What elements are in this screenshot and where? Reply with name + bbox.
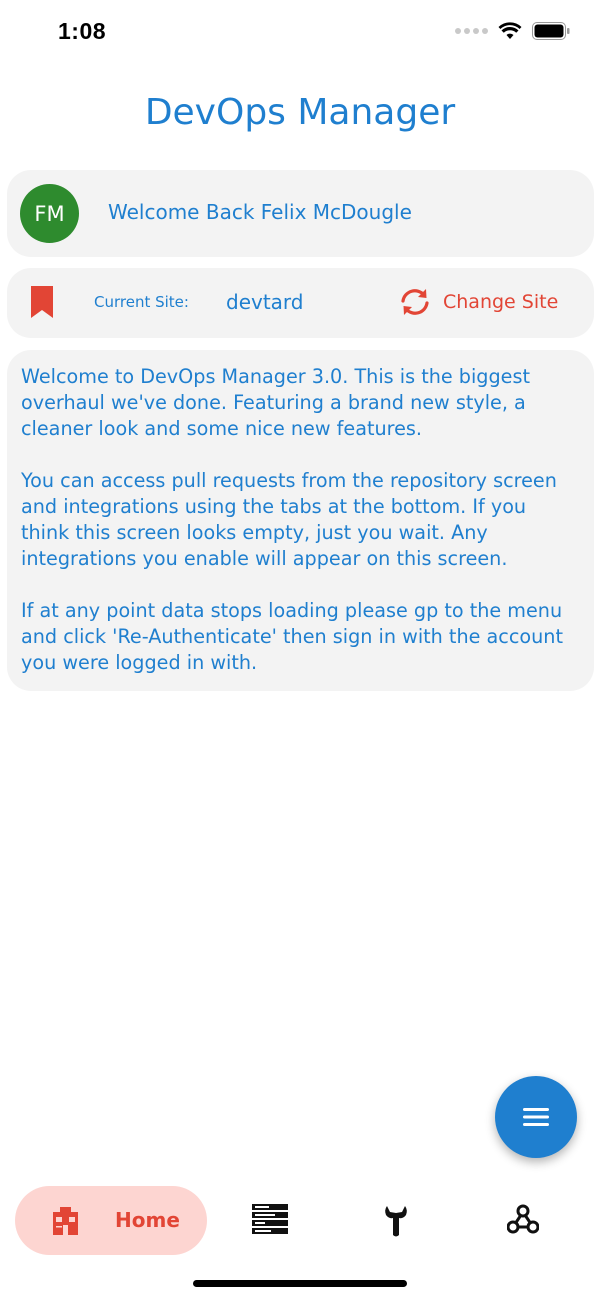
app-title: DevOps Manager	[144, 92, 456, 133]
battery-icon	[532, 22, 570, 40]
sync-icon	[401, 289, 429, 315]
info-paragraph: Welcome to DevOps Manager 3.0. This is t…	[21, 365, 530, 440]
nav-tab-tools[interactable]	[384, 1204, 408, 1242]
wifi-icon	[498, 22, 522, 39]
webhook-icon	[506, 1204, 540, 1234]
welcome-card: FM Welcome Back Felix McDougle	[7, 170, 594, 257]
status-time: 1:08	[58, 18, 107, 44]
nav-tab-home[interactable]: Home	[15, 1186, 207, 1255]
nav-tab-webhook[interactable]	[506, 1204, 540, 1238]
status-bar: 1:08	[0, 0, 600, 66]
info-card: Welcome to DevOps Manager 3.0. This is t…	[7, 350, 594, 691]
welcome-message: Welcome Back Felix McDougle	[108, 200, 412, 224]
repository-icon	[252, 1204, 288, 1234]
change-site-button[interactable]: Change Site	[399, 288, 558, 316]
home-indicator[interactable]	[193, 1280, 407, 1287]
nav-tab-home-label: Home	[115, 1208, 180, 1232]
avatar[interactable]: FM	[20, 184, 79, 243]
site-card: Current Site: devtard Change Site	[7, 268, 594, 338]
signal-icon	[455, 28, 488, 34]
current-site-value: devtard	[226, 290, 304, 314]
home-icon	[53, 1207, 78, 1235]
menu-button[interactable]	[495, 1076, 577, 1158]
nav-tab-repository[interactable]	[252, 1204, 288, 1238]
status-icons	[455, 22, 570, 40]
change-site-label: Change Site	[443, 291, 559, 313]
wrench-icon	[385, 1206, 407, 1237]
info-paragraph: If at any point data stops loading pleas…	[21, 599, 563, 674]
bookmark-icon	[31, 286, 53, 318]
info-paragraph: You can access pull requests from the re…	[21, 469, 557, 570]
current-site-label: Current Site:	[94, 293, 189, 311]
menu-icon	[523, 1108, 549, 1126]
